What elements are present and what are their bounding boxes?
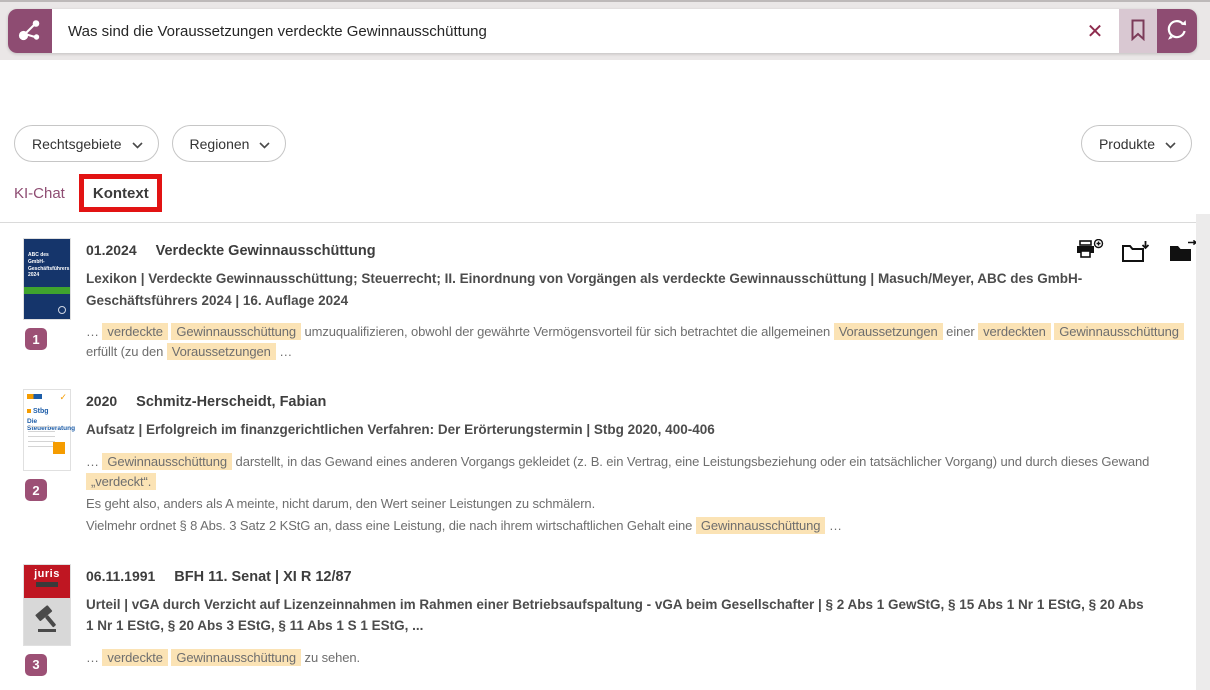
- tab-ki-chat[interactable]: KI-Chat: [14, 185, 65, 202]
- result-number-badge: 3: [25, 654, 47, 676]
- highlighted-term: Gewinnausschüttung: [102, 453, 232, 470]
- snippet-line: Vielmehr ordnet § 8 Abs. 3 Satz 2 KStG a…: [86, 516, 1194, 536]
- tab-bar: KI-Chat Kontext: [14, 185, 1210, 209]
- clear-search-button[interactable]: ✕: [1071, 9, 1119, 53]
- result-number-badge: 2: [25, 479, 47, 501]
- document-thumbnail[interactable]: ✓StbgDie Steuerberatung: [24, 390, 70, 470]
- result-actions: [1074, 239, 1198, 264]
- cover-stripe: [24, 287, 70, 294]
- filter-produkte[interactable]: Produkte: [1081, 125, 1192, 162]
- result-number-badge: 1: [25, 328, 47, 350]
- close-icon: ✕: [1087, 19, 1104, 44]
- result-head: 2020 Schmitz-Herscheidt, Fabian: [86, 393, 1194, 410]
- document-thumbnail[interactable]: ABC des GmbH-Geschäftsführers 2024: [24, 239, 70, 319]
- document-thumbnail[interactable]: juris: [24, 565, 70, 645]
- highlighted-term: „verdeckt“.: [86, 473, 156, 490]
- network-icon: [17, 17, 43, 46]
- result-body: 01.2024 Verdeckte Gewinnausschüttung Lex…: [86, 239, 1210, 362]
- result-body: 2020 Schmitz-Herscheidt, Fabian Aufsatz …: [86, 390, 1210, 536]
- print-add-button[interactable]: [1074, 239, 1104, 264]
- print-add-icon: [1074, 252, 1104, 267]
- cover-brand: juris: [24, 565, 70, 598]
- result-date: 01.2024: [86, 242, 137, 258]
- check-icon: ✓: [59, 394, 67, 401]
- highlighted-term: verdeckte: [102, 323, 167, 340]
- highlighted-term: verdeckten: [978, 323, 1051, 340]
- gavel-icon: [33, 605, 61, 638]
- snippet-line: Es geht also, anders als A meinte, nicht…: [86, 494, 1194, 514]
- bookmark-button[interactable]: [1119, 9, 1157, 53]
- result-body: 06.11.1991 BFH 11. Senat | XI R 12/87 Ur…: [86, 565, 1210, 690]
- highlighted-term: Gewinnausschüttung: [1054, 323, 1184, 340]
- result-item: ✓StbgDie Steuerberatung 2 2020 Schmitz-H…: [24, 390, 1210, 536]
- highlighted-term: Gewinnausschüttung: [696, 517, 826, 534]
- result-title[interactable]: BFH 11. Senat | XI R 12/87: [174, 569, 351, 585]
- rerun-chat-button[interactable]: [1157, 9, 1197, 53]
- result-item: ABC des GmbH-Geschäftsführers 2024 1 01.…: [24, 239, 1210, 362]
- chevron-down-icon: [1165, 136, 1176, 152]
- result-head: 06.11.1991 BFH 11. Senat | XI R 12/87: [86, 568, 1194, 585]
- scrollbar-track[interactable]: [1196, 214, 1210, 690]
- result-title[interactable]: Schmitz-Herscheidt, Fabian: [136, 394, 326, 410]
- result-subtitle: Aufsatz | Erfolgreich im finanzgerichtli…: [86, 419, 1194, 441]
- highlighted-term: verdeckte: [102, 649, 167, 666]
- result-snippet: … verdeckte Gewinnausschüttung zu sehen.…: [86, 648, 1194, 690]
- chevron-down-icon: [132, 136, 143, 152]
- result-item: juris 3 06.11.1991 BFH 11. Senat | XI R …: [24, 565, 1210, 690]
- filter-label: Rechtsgebiete: [32, 136, 122, 152]
- chat-refresh-icon: [1165, 19, 1189, 44]
- results-list: ABC des GmbH-Geschäftsführers 2024 1 01.…: [0, 223, 1210, 690]
- filter-rechtsgebiete[interactable]: Rechtsgebiete: [14, 125, 159, 162]
- snippet-line: … verdeckte Gewinnausschüttung umzuquali…: [86, 322, 1194, 362]
- search-bar: ✕: [8, 9, 1197, 53]
- result-date: 06.11.1991: [86, 568, 155, 584]
- filter-row: Rechtsgebiete Regionen Produkte: [14, 125, 1192, 162]
- result-date: 2020: [86, 393, 117, 409]
- search-header: ✕: [0, 0, 1210, 60]
- result-title[interactable]: Verdeckte Gewinnausschüttung: [156, 243, 376, 259]
- filter-regionen[interactable]: Regionen: [172, 125, 287, 162]
- result-left-column: juris 3: [24, 565, 86, 690]
- cover-brand: Stbg: [27, 408, 67, 415]
- snippet-line: … verdeckte Gewinnausschüttung zu sehen.: [86, 648, 1194, 668]
- snippet-line: … Gewinnausschüttung darstellt, in das G…: [86, 452, 1194, 492]
- highlighted-term: Voraussetzungen: [834, 323, 943, 340]
- folder-export-button[interactable]: [1168, 239, 1198, 264]
- search-input[interactable]: [52, 9, 1071, 53]
- tab-kontext-wrap: Kontext: [93, 185, 149, 203]
- result-snippet: … verdeckte Gewinnausschüttung umzuquali…: [86, 322, 1194, 362]
- search-results-page: ✕ Recht: [0, 0, 1210, 690]
- result-snippet: … Gewinnausschüttung darstellt, in das G…: [86, 452, 1194, 537]
- folder-download-button[interactable]: [1121, 239, 1151, 264]
- cover-title: ABC des GmbH-Geschäftsführers 2024: [28, 252, 66, 279]
- result-head: 01.2024 Verdeckte Gewinnausschüttung: [86, 242, 1194, 259]
- filter-label: Regionen: [190, 136, 250, 152]
- folder-download-icon: [1121, 252, 1151, 267]
- folder-export-icon: [1168, 252, 1198, 267]
- bookmark-icon: [1130, 19, 1146, 44]
- result-subtitle: Urteil | vGA durch Verzicht auf Lizenzei…: [86, 594, 1194, 637]
- highlighted-term: Gewinnausschüttung: [171, 323, 301, 340]
- result-subtitle: Lexikon | Verdeckte Gewinnausschüttung; …: [86, 268, 1194, 311]
- ai-search-button[interactable]: [8, 9, 52, 53]
- highlighted-term: Gewinnausschüttung: [171, 649, 301, 666]
- filter-label: Produkte: [1099, 136, 1155, 152]
- result-left-column: ✓StbgDie Steuerberatung 2: [24, 390, 86, 536]
- publisher-logo: [27, 394, 42, 399]
- tab-kontext[interactable]: Kontext: [93, 185, 149, 202]
- result-left-column: ABC des GmbH-Geschäftsführers 2024 1: [24, 239, 86, 362]
- chevron-down-icon: [259, 136, 270, 152]
- highlighted-term: Voraussetzungen: [167, 343, 276, 360]
